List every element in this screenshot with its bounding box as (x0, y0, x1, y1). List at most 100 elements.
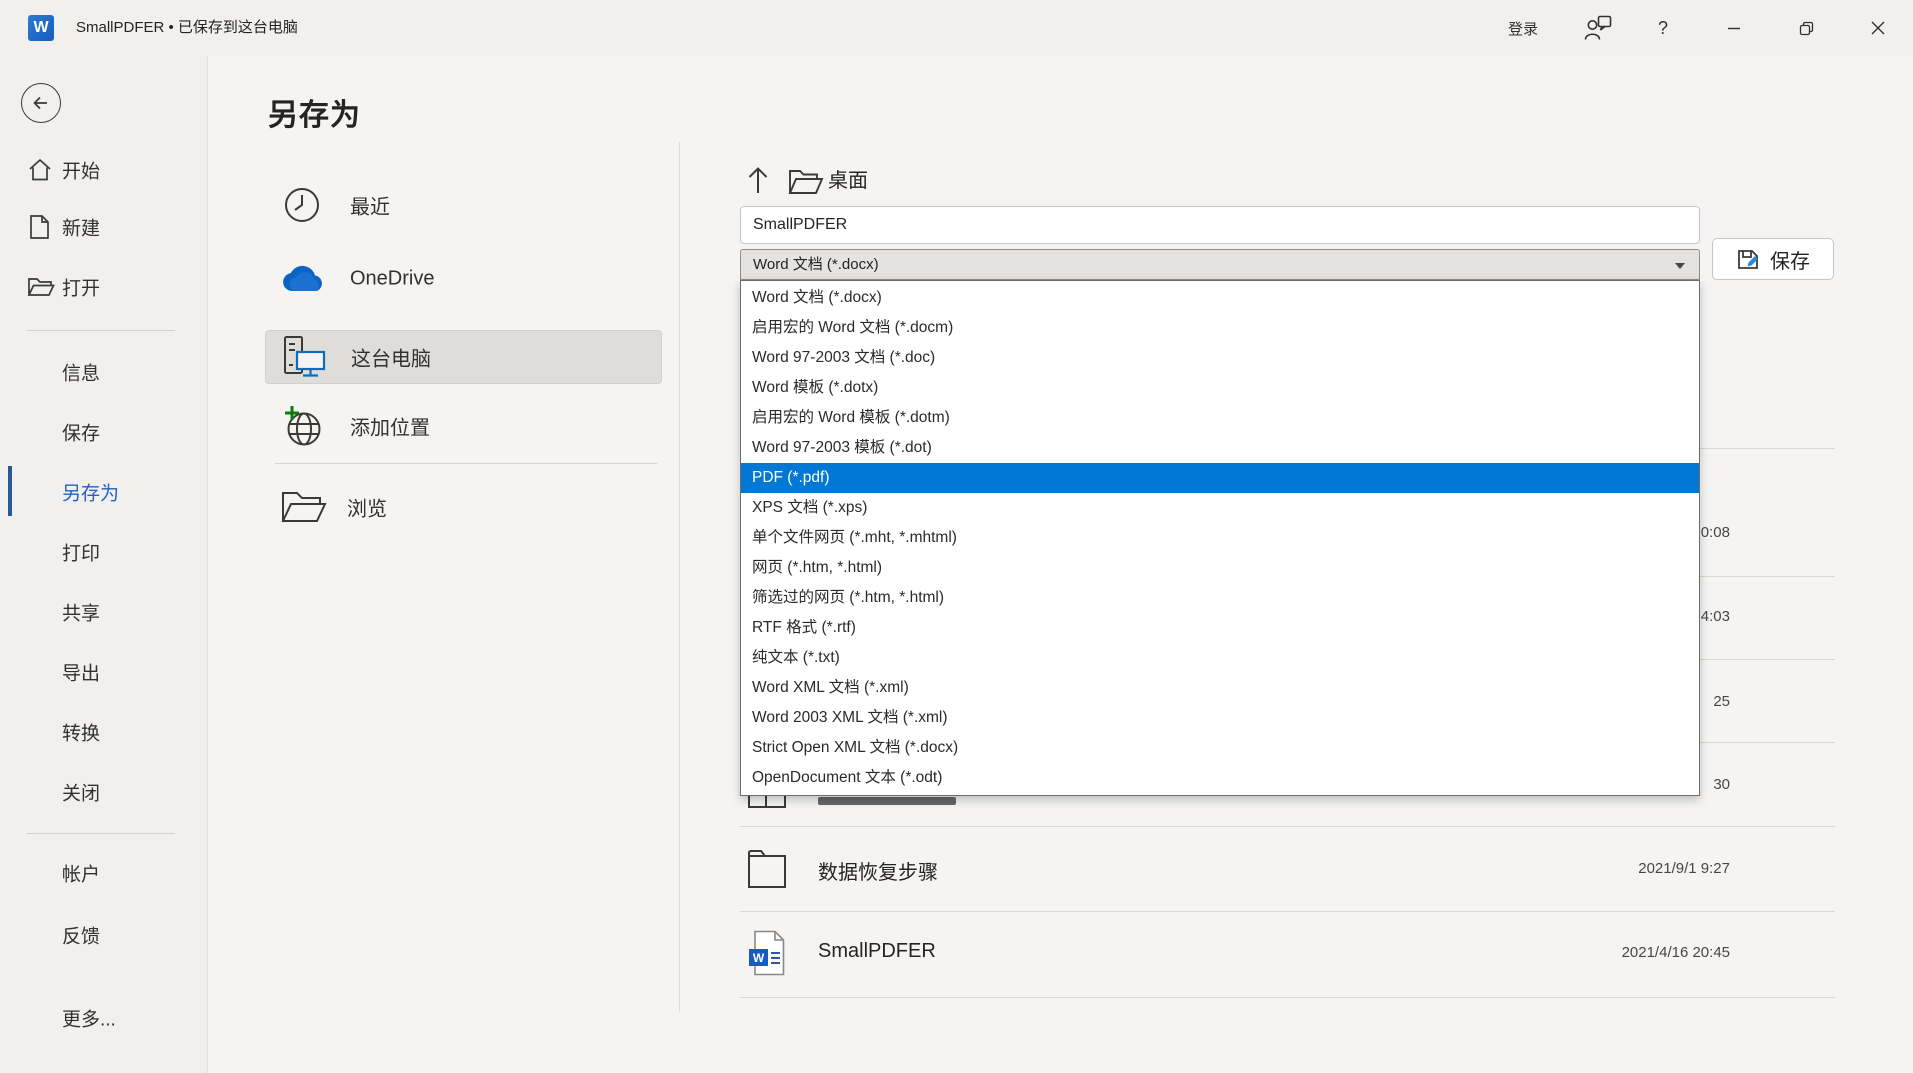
breadcrumb-location[interactable]: 桌面 (828, 166, 868, 196)
word-logo-icon: W (28, 15, 54, 41)
place-browse[interactable]: 浏览 (250, 477, 662, 537)
help-icon: ? (1658, 18, 1668, 39)
obscured-row-text (818, 797, 956, 805)
sidebar-item-print[interactable]: 打印 (0, 530, 207, 574)
file-name: 数据恢复步骤 (818, 856, 938, 885)
sidebar-item-label: 另存为 (62, 479, 119, 506)
format-option[interactable]: 网页 (*.htm, *.html) (741, 553, 1699, 583)
sidebar-item-feedback[interactable]: 反馈 (0, 913, 207, 957)
folder-icon (746, 848, 788, 890)
place-onedrive[interactable]: OneDrive (250, 249, 662, 309)
sidebar-item-save[interactable]: 保存 (0, 410, 207, 454)
format-option[interactable]: RTF 格式 (*.rtf) (741, 613, 1699, 643)
format-option[interactable]: 启用宏的 Word 模板 (*.dotm) (741, 403, 1699, 433)
new-document-icon (27, 214, 51, 240)
save-as-icon (1736, 247, 1761, 272)
sidebar-item-label: 反馈 (62, 922, 100, 949)
sidebar-item-label: 共享 (62, 599, 100, 626)
sidebar-item-save-as[interactable]: 另存为 (0, 470, 207, 514)
page-title: 另存为 (268, 90, 361, 134)
breadcrumb-folder-icon (788, 169, 824, 195)
format-option[interactable]: Word 模板 (*.dotx) (741, 373, 1699, 403)
word-backstage-save-as: W SmallPDFER • 已保存到这台电脑 登录 ? (0, 0, 1913, 1073)
sign-in-label: 登录 (1508, 18, 1538, 39)
place-label: OneDrive (350, 268, 434, 291)
place-label: 添加位置 (350, 412, 430, 441)
back-arrow-icon (31, 93, 51, 113)
format-option[interactable]: Word 2003 XML 文档 (*.xml) (741, 703, 1699, 733)
place-recent[interactable]: 最近 (250, 175, 662, 235)
feedback-person-icon[interactable] (1575, 6, 1621, 50)
filename-input[interactable] (740, 206, 1700, 244)
sidebar-item-share[interactable]: 共享 (0, 590, 207, 634)
document-title: SmallPDFER • 已保存到这台电脑 (76, 0, 298, 56)
sidebar-item-label: 打印 (62, 539, 100, 566)
chevron-down-icon (1675, 263, 1685, 269)
place-label: 最近 (350, 191, 390, 220)
titlebar: W SmallPDFER • 已保存到这台电脑 登录 ? (0, 0, 1913, 56)
sidebar-item-label: 帐户 (62, 860, 100, 887)
sidebar-item-label: 更多... (62, 1005, 116, 1032)
file-modified-time: 2021/4/16 20:45 (1400, 944, 1730, 961)
format-option[interactable]: 单个文件网页 (*.mht, *.mhtml) (741, 523, 1699, 553)
place-add[interactable]: 添加位置 (250, 396, 662, 456)
sidebar-divider (27, 330, 175, 331)
format-option[interactable]: 筛选过的网页 (*.htm, *.html) (741, 583, 1699, 613)
open-folder-icon (27, 276, 55, 298)
format-option-selected[interactable]: PDF (*.pdf) (741, 463, 1699, 493)
up-arrow-icon (744, 165, 772, 195)
sidebar-item-label: 开始 (62, 157, 100, 184)
file-name: SmallPDFER (818, 940, 936, 963)
sidebar-item-label: 关闭 (62, 779, 100, 806)
format-option[interactable]: 纯文本 (*.txt) (741, 643, 1699, 673)
sidebar-item-label: 保存 (62, 419, 100, 446)
restore-icon (1799, 21, 1814, 36)
file-row-separator (740, 911, 1835, 912)
sidebar-item-info[interactable]: 信息 (0, 350, 207, 394)
file-row-separator (740, 826, 1835, 827)
format-option[interactable]: XPS 文档 (*.xps) (741, 493, 1699, 523)
file-format-dropdown[interactable]: Word 文档 (*.docx) (740, 249, 1700, 280)
file-row-separator (740, 997, 1835, 998)
format-option[interactable]: Word 97-2003 文档 (*.doc) (741, 343, 1699, 373)
place-this-pc[interactable]: 这台电脑 (265, 330, 662, 384)
word-document-icon: W (748, 930, 786, 976)
sidebar-item-label: 导出 (62, 659, 100, 686)
restore-button[interactable] (1783, 6, 1829, 50)
help-button[interactable]: ? (1640, 6, 1686, 50)
up-folder-button[interactable] (744, 165, 772, 195)
sidebar-item-transform[interactable]: 转换 (0, 710, 207, 754)
close-button[interactable] (1855, 6, 1901, 50)
file-modified-time: 2021/9/1 9:27 (1400, 860, 1730, 877)
sidebar-item-label: 新建 (62, 214, 100, 241)
file-format-options-list: Word 文档 (*.docx) 启用宏的 Word 文档 (*.docm) W… (740, 280, 1700, 796)
sidebar-item-more[interactable]: 更多... (0, 996, 207, 1040)
format-option[interactable]: Word XML 文档 (*.xml) (741, 673, 1699, 703)
format-option[interactable]: Strict Open XML 文档 (*.docx) (741, 733, 1699, 763)
home-icon (27, 157, 53, 183)
svg-text:W: W (753, 951, 765, 965)
sidebar-item-close-doc[interactable]: 关闭 (0, 770, 207, 814)
panel-divider (679, 142, 680, 1012)
sidebar-item-new[interactable]: 新建 (0, 205, 207, 249)
format-option[interactable]: 启用宏的 Word 文档 (*.docm) (741, 313, 1699, 343)
places-divider (275, 463, 657, 464)
format-option[interactable]: Word 97-2003 模板 (*.dot) (741, 433, 1699, 463)
back-button[interactable] (21, 83, 61, 123)
place-label: 这台电脑 (351, 343, 431, 372)
sidebar-item-export[interactable]: 导出 (0, 650, 207, 694)
clock-icon (280, 183, 324, 227)
minimize-button[interactable] (1711, 6, 1757, 50)
sidebar-item-label: 打开 (62, 274, 100, 301)
format-option[interactable]: Word 文档 (*.docx) (741, 283, 1699, 313)
browse-folder-icon (280, 490, 328, 524)
sign-in-button[interactable]: 登录 (1493, 6, 1553, 50)
close-icon (1871, 21, 1885, 35)
save-button[interactable]: 保存 (1712, 238, 1834, 280)
save-button-label: 保存 (1770, 245, 1810, 274)
sidebar-item-home[interactable]: 开始 (0, 148, 207, 192)
sidebar-item-label: 信息 (62, 359, 100, 386)
format-option[interactable]: OpenDocument 文本 (*.odt) (741, 763, 1699, 793)
sidebar-item-open[interactable]: 打开 (0, 265, 207, 309)
sidebar-item-account[interactable]: 帐户 (0, 851, 207, 895)
